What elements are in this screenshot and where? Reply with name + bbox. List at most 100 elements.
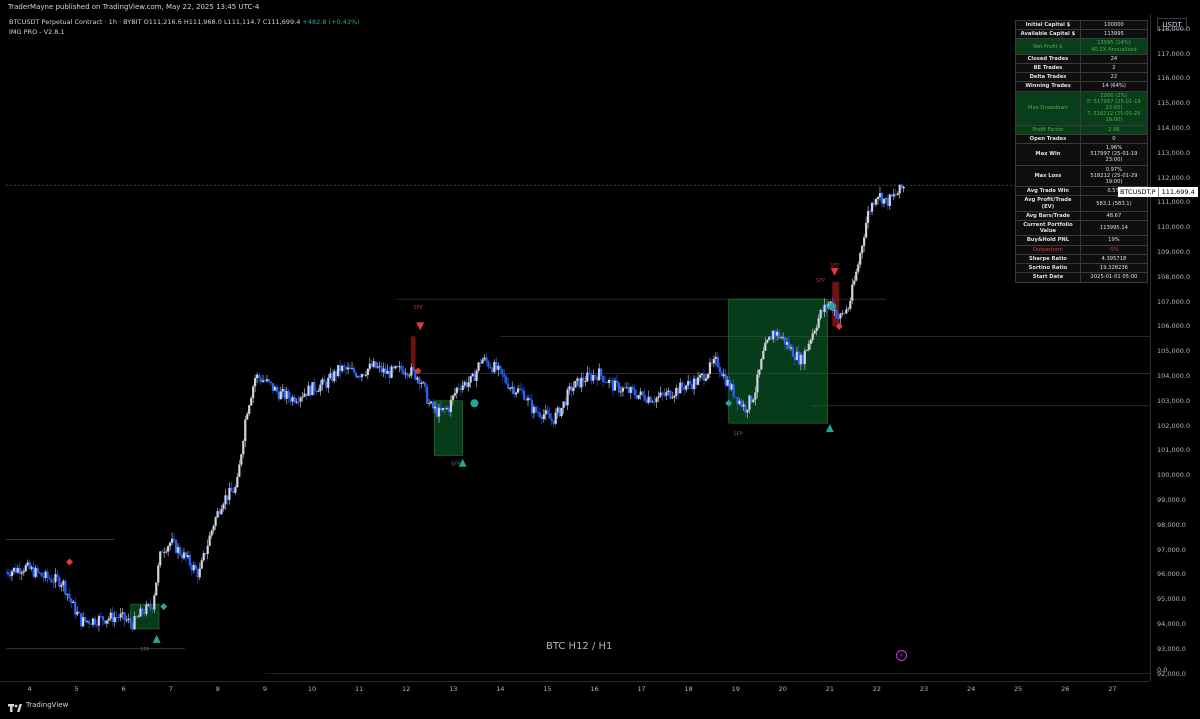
candle-body <box>305 393 308 396</box>
candle-body <box>234 487 237 493</box>
candle-body <box>764 342 767 351</box>
x-tick-label: 23 <box>919 685 929 693</box>
candle-body <box>178 547 182 555</box>
candle-body <box>186 555 190 558</box>
candle-body <box>841 313 844 314</box>
stats-row: Outperform -5% <box>1015 244 1149 255</box>
candle-body <box>797 351 800 365</box>
candle-body <box>261 380 265 382</box>
candle-body <box>125 619 128 621</box>
stats-row: Avg Bars/Trade 48.67 <box>1015 210 1149 222</box>
sfp-label: SFP <box>451 461 460 467</box>
candle-body <box>14 567 17 573</box>
candle-body <box>58 577 61 587</box>
candle-body <box>805 349 808 351</box>
candle-body <box>607 379 611 384</box>
candle-body <box>430 401 433 404</box>
symbol-line[interactable]: BTCUSDT Perpetual Contract · 1h · BYBIT <box>9 18 142 26</box>
buy-triangle-icon <box>825 424 834 433</box>
candle-body <box>431 401 435 409</box>
stats-value-line: 113995 <box>1104 31 1124 38</box>
candle-body <box>756 374 759 393</box>
candle-body <box>752 399 755 403</box>
time-axis[interactable]: 4 5 6 7 8 9 10 11 12 13 14 15 16 17 18 19 20 21 22 23 24 25 26… <box>0 681 1150 698</box>
stats-row: Delta Trades 22 <box>1015 72 1149 83</box>
y-tick-label: 97,000.0 <box>1157 545 1186 554</box>
candle-body <box>155 582 158 596</box>
x-tick-label: 12 <box>402 685 411 693</box>
candle-body <box>339 365 342 371</box>
candle-body <box>366 368 369 375</box>
candle-body <box>198 568 201 578</box>
price-chart[interactable]: SFP SFP SFP SFP SFP SFP <box>6 14 1150 681</box>
y-tick-label: 104,000.0 <box>1157 372 1191 380</box>
candle-body <box>68 593 71 599</box>
candle-body <box>78 611 81 614</box>
candle-body <box>839 313 842 319</box>
x-tick-label: 19 <box>731 685 740 693</box>
candle-body <box>629 387 632 393</box>
candle-body <box>635 395 638 399</box>
candle-body <box>853 280 856 285</box>
candle-body <box>307 385 310 396</box>
stats-row: Open Trades 0 <box>1015 133 1149 145</box>
candle-body <box>570 386 573 392</box>
sfp-label: SFP <box>816 278 825 284</box>
x-tick-label: 8 <box>215 685 220 693</box>
candle-body <box>89 623 93 625</box>
chart-area[interactable]: SFP SFP SFP SFP SFP SFP <box>6 14 1150 681</box>
candle-body <box>402 370 405 375</box>
stats-value: 113995.14 <box>1079 220 1149 237</box>
candle-body <box>578 378 581 388</box>
candle-body <box>281 388 284 392</box>
sfp-label: SFP <box>413 305 422 311</box>
candle-body <box>821 309 824 312</box>
candle-body <box>562 401 565 408</box>
candle-body <box>677 387 680 394</box>
candle-body <box>861 245 864 254</box>
candle-body <box>665 392 668 396</box>
candle-body <box>501 369 504 375</box>
candle-body <box>301 396 304 398</box>
candle-body <box>20 572 23 574</box>
candle-body <box>172 538 176 541</box>
candle-body <box>333 371 336 382</box>
candle-body <box>139 608 142 617</box>
candle-body <box>517 388 520 393</box>
candle-body <box>758 369 761 375</box>
indicator-name[interactable]: IMG PRO - V2.8.1 <box>9 28 360 38</box>
candle-body <box>894 194 897 196</box>
candle-body <box>85 620 89 622</box>
candle-body <box>354 372 358 378</box>
candle-body <box>772 330 775 340</box>
candle-body <box>335 371 338 376</box>
candle-body <box>886 198 889 206</box>
candle-body <box>323 379 326 383</box>
flash-icon[interactable]: ⚡ <box>896 650 907 661</box>
candle-body <box>540 416 543 419</box>
candle-body <box>113 617 116 623</box>
candle-body <box>329 373 332 378</box>
candle-body <box>491 367 494 373</box>
x-tick-label: 16 <box>590 685 599 693</box>
candle-body <box>230 487 233 492</box>
candle-body <box>621 387 625 392</box>
candle-body <box>744 404 747 413</box>
candle-body <box>295 401 298 403</box>
candle-body <box>602 375 605 382</box>
stats-value-line: 583.1 (583.1) <box>1096 200 1132 207</box>
candle-body <box>420 383 423 384</box>
candle-body <box>435 406 439 417</box>
candle-body <box>770 336 773 340</box>
candle-body <box>623 387 626 389</box>
candle-body <box>497 365 500 370</box>
candle-body <box>865 222 868 238</box>
candle-body <box>691 384 694 390</box>
candle-body <box>692 378 696 390</box>
candle-body <box>876 196 880 199</box>
candle-body <box>44 571 47 578</box>
candle-body <box>38 572 41 574</box>
candle-body <box>615 380 619 383</box>
stats-value-line: T: 518212 (25-01-29 19:00) <box>1087 111 1141 124</box>
price-axis[interactable]: 118,000.0 117,000.0 116,000.0 115,000.0 114,… <box>1150 14 1200 681</box>
